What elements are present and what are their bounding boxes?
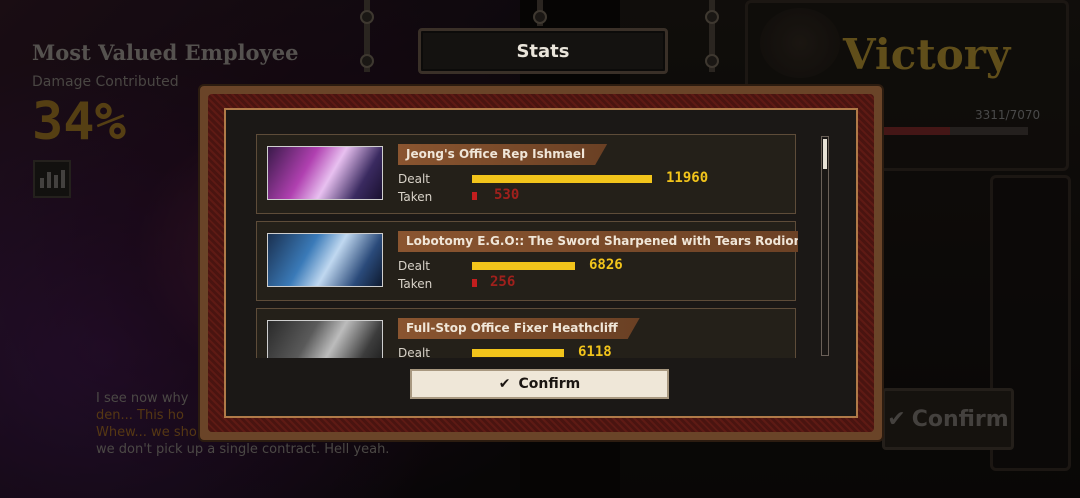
taken-value: 256 xyxy=(490,274,516,290)
character-name: Lobotomy E.G.O:: The Sword Sharpened wit… xyxy=(398,231,798,252)
character-portrait xyxy=(267,146,383,200)
dealt-label: Dealt xyxy=(398,172,431,186)
character-portrait xyxy=(267,233,383,287)
chain-bolt xyxy=(360,54,374,68)
taken-bar xyxy=(472,279,477,287)
dealt-value: 6826 xyxy=(589,257,623,273)
chain-bolt xyxy=(360,10,374,24)
dealt-label: Dealt xyxy=(398,259,431,273)
taken-label: Taken xyxy=(398,277,433,291)
hanging-chain-center xyxy=(533,0,547,26)
check-icon: ✔ xyxy=(498,376,511,392)
confirm-label: Confirm xyxy=(518,376,581,392)
hanging-chain-left xyxy=(360,0,374,72)
stats-card: Full-Stop Office Fixer Heathcliff Dealt … xyxy=(256,308,796,358)
taken-bar xyxy=(472,192,477,200)
dealt-value: 6118 xyxy=(578,344,612,358)
chain-bolt xyxy=(533,10,547,24)
dealt-label: Dealt xyxy=(398,346,431,358)
stats-tab: Stats xyxy=(418,28,668,74)
taken-label: Taken xyxy=(398,190,433,204)
list-scrollbar[interactable] xyxy=(821,136,829,356)
stats-card: Jeong's Office Rep Ishmael Dealt Taken 1… xyxy=(256,134,796,214)
dealt-bar xyxy=(472,349,564,357)
hanging-chain-right xyxy=(705,0,719,72)
character-name: Jeong's Office Rep Ishmael xyxy=(398,144,607,165)
stats-list[interactable]: Jeong's Office Rep Ishmael Dealt Taken 1… xyxy=(256,134,798,358)
confirm-button[interactable]: ✔ Confirm xyxy=(410,369,669,399)
chain-bolt xyxy=(705,54,719,68)
dealt-value: 11960 xyxy=(666,170,709,186)
character-name: Full-Stop Office Fixer Heathcliff xyxy=(398,318,640,339)
taken-value: 530 xyxy=(494,187,520,203)
stats-card: Lobotomy E.G.O:: The Sword Sharpened wit… xyxy=(256,221,796,301)
dealt-bar xyxy=(472,262,575,270)
character-portrait xyxy=(267,320,383,358)
chain-bolt xyxy=(705,10,719,24)
dealt-bar xyxy=(472,175,652,183)
scrollbar-thumb[interactable] xyxy=(823,139,827,169)
